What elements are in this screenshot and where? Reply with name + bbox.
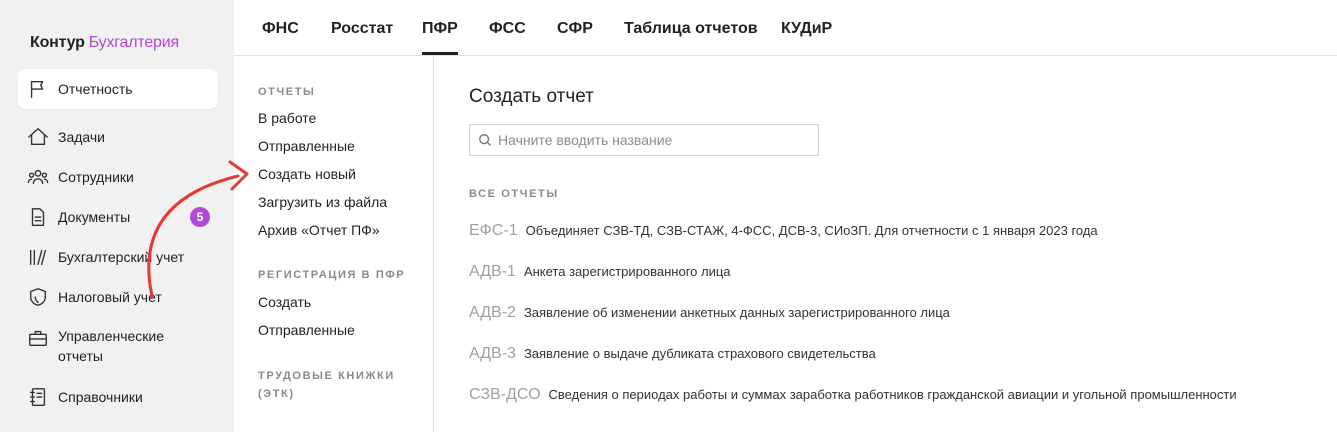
subnav-upload-from-file[interactable]: Загрузить из файла bbox=[258, 194, 387, 210]
report-description: Заявление о выдаче дубликата страхового … bbox=[523, 346, 876, 361]
report-description: Анкета зарегистрированного лица bbox=[523, 264, 731, 279]
subnav-registration-create[interactable]: Создать bbox=[258, 294, 311, 310]
search-input[interactable] bbox=[498, 132, 798, 148]
page-title: Создать отчет bbox=[469, 86, 594, 107]
tab-kudir[interactable]: КУДиР bbox=[781, 20, 832, 38]
shield-icon bbox=[26, 285, 50, 309]
sidebar-item-accounting[interactable]: Бухгалтерский учет bbox=[18, 237, 218, 277]
tab-reports-table[interactable]: Таблица отчетов bbox=[624, 20, 758, 38]
document-icon bbox=[26, 205, 50, 229]
all-reports-title: ВСЕ ОТЧЕТЫ bbox=[469, 188, 559, 200]
flag-icon bbox=[26, 77, 50, 101]
sidebar-item-label: Документы bbox=[58, 209, 131, 225]
report-code: ЕФС-1 bbox=[469, 222, 518, 239]
address-book-icon bbox=[26, 385, 50, 409]
logo[interactable]: Контур Бухгалтерия bbox=[30, 34, 179, 52]
sidebar-item-documents[interactable]: Документы 5 bbox=[18, 197, 218, 237]
report-row[interactable]: АДВ-3 Заявление о выдаче дубликата страх… bbox=[469, 345, 876, 363]
sidebar-item-tasks[interactable]: Задачи bbox=[18, 117, 218, 157]
sidebar-item-management-reports[interactable]: Управленческие отчеты bbox=[18, 320, 218, 370]
tab-pfr[interactable]: ПФР bbox=[422, 20, 458, 38]
report-row[interactable]: АДВ-1 Анкета зарегистрированного лица bbox=[469, 263, 731, 281]
main-content: Создать отчет ВСЕ ОТЧЕТЫ ЕФС-1 Объединяе… bbox=[434, 56, 1337, 432]
logo-product: Бухгалтерия bbox=[88, 34, 179, 51]
people-icon bbox=[26, 165, 50, 189]
report-search[interactable] bbox=[469, 124, 819, 156]
tab-fss[interactable]: ФСС bbox=[489, 20, 526, 38]
section-title-reports: ОТЧЕТЫ bbox=[258, 86, 316, 98]
sidebar-item-directories[interactable]: Справочники bbox=[18, 377, 218, 417]
report-row[interactable]: СЗВ-ДСО Сведения о периодах работы и сум… bbox=[469, 386, 1237, 404]
report-description: Заявление об изменении анкетных данных з… bbox=[523, 305, 950, 320]
documents-count-badge: 5 bbox=[190, 207, 210, 227]
sidebar-item-label: Управленческие отчеты bbox=[58, 328, 165, 364]
report-row[interactable]: АДВ-2 Заявление об изменении анкетных да… bbox=[469, 304, 950, 322]
report-description: Объединяет СЗВ-ТД, СЗВ-СТАЖ, 4-ФСС, ДСВ-… bbox=[525, 223, 1098, 238]
briefcase-icon bbox=[26, 326, 50, 350]
tab-fns[interactable]: ФНС bbox=[262, 20, 299, 38]
sidebar-item-reporting[interactable]: Отчетность bbox=[18, 69, 218, 109]
report-code: АДВ-2 bbox=[469, 304, 516, 321]
top-tabs: ФНС Росстат ПФР ФСС СФР Таблица отчетов … bbox=[234, 0, 1337, 56]
sidebar: Контур Бухгалтерия Отчетность Задачи Сотр… bbox=[0, 0, 234, 432]
subnav-sent[interactable]: Отправленные bbox=[258, 138, 355, 154]
subnav-create-new[interactable]: Создать новый bbox=[258, 166, 356, 182]
sidebar-item-label: Задачи bbox=[58, 129, 106, 145]
home-icon bbox=[26, 125, 50, 149]
sidebar-item-label: Сотрудники bbox=[58, 169, 134, 185]
active-tab-indicator bbox=[422, 52, 458, 55]
tab-sfr[interactable]: СФР bbox=[557, 20, 593, 38]
report-code: АДВ-1 bbox=[469, 263, 516, 280]
section-title-workbooks[interactable]: ТРУДОВЫЕ КНИЖКИ (ЭТК) bbox=[258, 367, 418, 403]
secondary-nav: ОТЧЕТЫ В работе Отправленные Создать нов… bbox=[234, 56, 434, 432]
report-row[interactable]: ЕФС-1 Объединяет СЗВ-ТД, СЗВ-СТАЖ, 4-ФСС… bbox=[469, 222, 1098, 240]
logo-brand: Контур bbox=[30, 34, 85, 51]
subnav-in-progress[interactable]: В работе bbox=[258, 110, 316, 126]
books-icon bbox=[26, 245, 50, 269]
report-code: СЗВ-ДСО bbox=[469, 386, 541, 403]
sidebar-item-tax[interactable]: Налоговый учет bbox=[18, 277, 218, 317]
sidebar-item-label: Отчетность bbox=[58, 81, 133, 97]
tab-rosstat[interactable]: Росстат bbox=[331, 20, 393, 38]
report-code: АДВ-3 bbox=[469, 345, 516, 362]
sidebar-item-label: Справочники bbox=[58, 389, 143, 405]
subnav-registration-sent[interactable]: Отправленные bbox=[258, 322, 355, 338]
search-icon bbox=[479, 134, 492, 147]
sidebar-item-label: Бухгалтерский учет bbox=[58, 249, 185, 265]
subnav-archive[interactable]: Архив «Отчет ПФ» bbox=[258, 222, 380, 238]
sidebar-item-employees[interactable]: Сотрудники bbox=[18, 157, 218, 197]
section-title-registration: РЕГИСТРАЦИЯ В ПФР bbox=[258, 269, 406, 281]
sidebar-item-label: Налоговый учет bbox=[58, 289, 162, 305]
report-description: Сведения о периодах работы и суммах зара… bbox=[548, 387, 1237, 402]
